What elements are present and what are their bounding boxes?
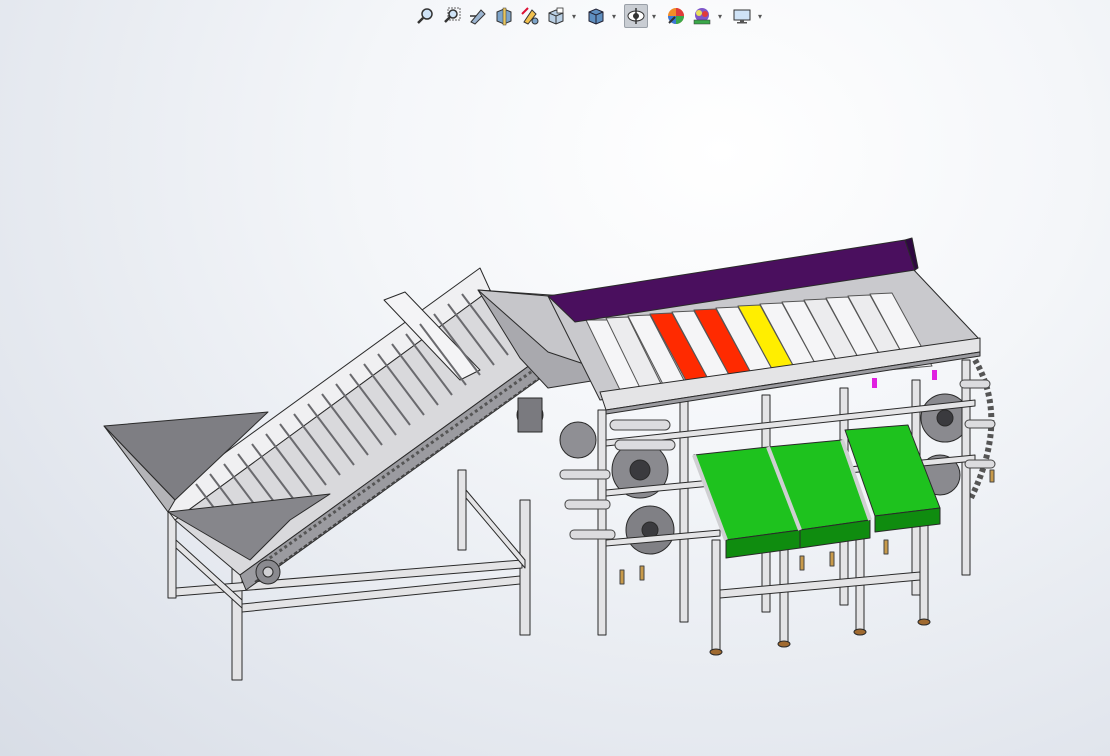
output-belt-conveyors [692, 424, 941, 559]
3d-model-viewport[interactable] [0, 0, 1110, 756]
conveyor-sorting-machine-model [103, 237, 996, 681]
